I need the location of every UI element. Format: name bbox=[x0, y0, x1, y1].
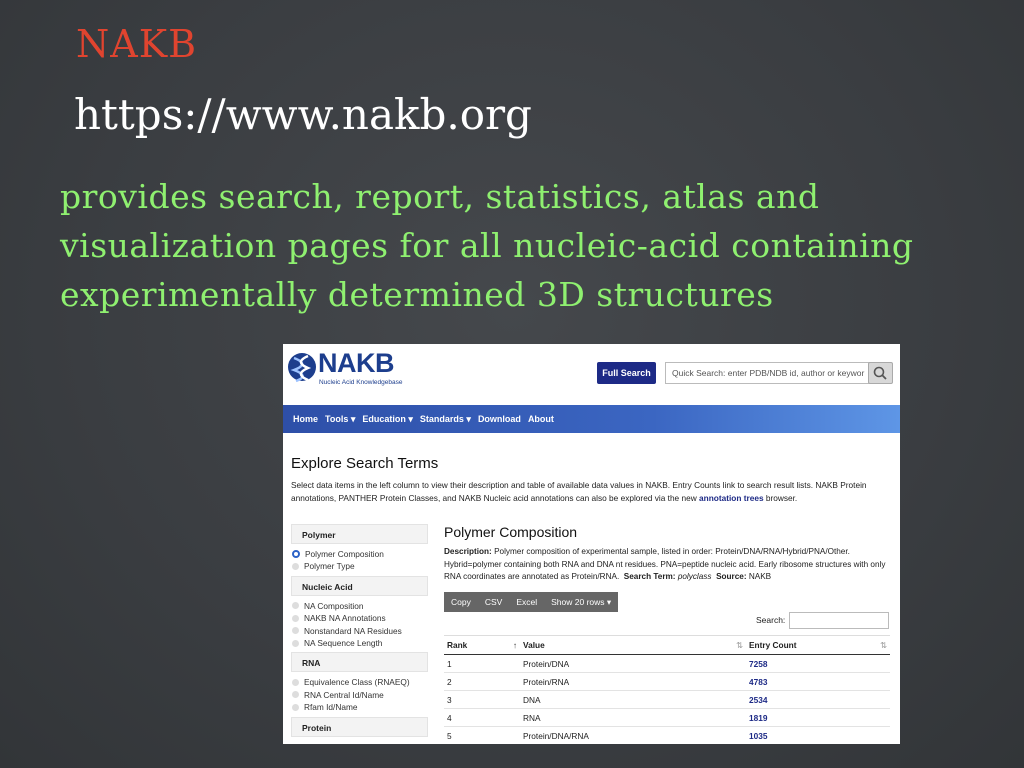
sidebar-item-polymer-type[interactable]: Polymer Type bbox=[291, 560, 428, 572]
cell-rank: 1 bbox=[444, 654, 520, 673]
column-header-entry-count[interactable]: Entry Count ⇅ bbox=[746, 635, 890, 655]
sidebar-heading-protein: Protein bbox=[291, 716, 428, 737]
page-title: Explore Search Terms bbox=[291, 455, 439, 472]
table-row: 5 Protein/DNA/RNA 1035 bbox=[444, 726, 890, 744]
cell-value: Protein/RNA bbox=[520, 672, 746, 691]
slide-url: https://www.nakb.org bbox=[74, 90, 532, 139]
logo-subtitle: Nucleic Acid Knowledgebase bbox=[319, 379, 403, 386]
nav-tools[interactable]: Tools ▾ bbox=[325, 414, 355, 425]
search-term-label: Search Term: bbox=[623, 572, 676, 582]
column-value-label: Value bbox=[523, 640, 545, 650]
sidebar-item-label: RNA Central Id/Name bbox=[304, 689, 384, 700]
main-nav: Home Tools ▾ Education ▾ Standards ▾ Dow… bbox=[283, 405, 900, 433]
slide-description: provides search, report, statistics, atl… bbox=[60, 177, 914, 314]
logo-text[interactable]: NAKB bbox=[318, 348, 395, 379]
csv-button[interactable]: CSV bbox=[478, 592, 509, 612]
sidebar-item-nonstandard-na-residues[interactable]: Nonstandard NA Residues bbox=[291, 625, 428, 637]
column-header-rank[interactable]: Rank ↑ bbox=[444, 635, 520, 655]
table-row: 4 RNA 1819 bbox=[444, 708, 890, 727]
sort-asc-icon: ↑ bbox=[512, 640, 517, 650]
cell-rank: 5 bbox=[444, 726, 520, 744]
sidebar: Polymer Polymer Composition Polymer Type… bbox=[291, 524, 428, 744]
table-search-input[interactable] bbox=[789, 612, 889, 629]
table-row: 3 DNA 2534 bbox=[444, 690, 890, 709]
sidebar-heading-nucleic-acid: Nucleic Acid bbox=[291, 575, 428, 596]
cell-rank: 4 bbox=[444, 708, 520, 727]
nav-download[interactable]: Download bbox=[478, 414, 521, 424]
nakb-screenshot: NAKB Nucleic Acid Knowledgebase Full Sea… bbox=[283, 344, 900, 744]
cell-entry-count-link[interactable]: 7258 bbox=[746, 654, 890, 673]
radio-icon[interactable] bbox=[292, 703, 299, 711]
radio-icon[interactable] bbox=[292, 563, 299, 571]
quick-search-input[interactable]: Quick Search: enter PDB/NDB id, author o… bbox=[665, 362, 871, 384]
nav-standards[interactable]: Standards ▾ bbox=[420, 414, 471, 425]
nav-education[interactable]: Education ▾ bbox=[362, 414, 413, 425]
annotation-trees-link[interactable]: annotation trees bbox=[699, 493, 764, 503]
radio-icon[interactable] bbox=[292, 627, 299, 635]
copy-button[interactable]: Copy bbox=[444, 592, 478, 612]
cell-value: RNA bbox=[520, 708, 746, 727]
sidebar-item-label: Equivalence Class (RNAEQ) bbox=[304, 677, 410, 688]
source-label: Source: bbox=[716, 572, 747, 582]
sidebar-item-na-composition[interactable]: NA Composition bbox=[291, 600, 428, 612]
slide-title: NAKB bbox=[76, 22, 198, 66]
column-header-value[interactable]: Value ⇅ bbox=[520, 635, 746, 655]
sort-icon: ⇅ bbox=[880, 640, 887, 650]
show-rows-dropdown[interactable]: Show 20 rows ▾ bbox=[544, 592, 618, 612]
cell-rank: 2 bbox=[444, 672, 520, 691]
sidebar-item-label: Polymer Composition bbox=[305, 549, 384, 559]
results-table: Rank ↑ Value ⇅ Entry Count ⇅ 1 Protein/DNA … bbox=[444, 635, 890, 744]
source-value: NAKB bbox=[748, 572, 772, 582]
sidebar-item-label: NAKB NA Annotations bbox=[304, 613, 386, 624]
cell-value: Protein/DNA/RNA bbox=[520, 726, 746, 744]
sidebar-item-nakb-na-annotations[interactable]: NAKB NA Annotations bbox=[291, 612, 428, 624]
sidebar-item-rfam[interactable]: Rfam Id/Name bbox=[291, 701, 428, 713]
sidebar-heading-rna: RNA bbox=[291, 652, 428, 673]
nav-home[interactable]: Home bbox=[293, 414, 318, 424]
radio-icon[interactable] bbox=[292, 679, 299, 687]
radio-selected-icon[interactable] bbox=[292, 550, 300, 559]
page-intro: Select data items in the left column to … bbox=[291, 479, 891, 504]
section-description: Description: Polymer composition of expe… bbox=[444, 546, 890, 584]
search-button[interactable] bbox=[868, 362, 893, 384]
column-rank-label: Rank bbox=[447, 640, 468, 650]
sidebar-item-label: Polymer Type bbox=[304, 561, 355, 572]
cell-value: Protein/DNA bbox=[520, 654, 746, 673]
export-toolbar: Copy CSV Excel Show 20 rows ▾ bbox=[444, 592, 619, 612]
cell-entry-count-link[interactable]: 2534 bbox=[746, 690, 890, 709]
sidebar-item-label: Rfam Id/Name bbox=[304, 702, 358, 713]
column-count-label: Entry Count bbox=[749, 640, 797, 650]
sort-icon: ⇅ bbox=[736, 640, 743, 650]
description-label: Description: bbox=[444, 547, 492, 556]
radio-icon[interactable] bbox=[292, 614, 299, 622]
sidebar-item-equivalence-class[interactable]: Equivalence Class (RNAEQ) bbox=[291, 676, 428, 688]
radio-icon[interactable] bbox=[292, 639, 299, 647]
table-row: 1 Protein/DNA 7258 bbox=[444, 654, 890, 673]
section-title: Polymer Composition bbox=[444, 524, 578, 540]
cell-value: DNA bbox=[520, 690, 746, 709]
sidebar-item-polymer-composition[interactable]: Polymer Composition bbox=[291, 548, 428, 560]
search-term-value: polyclass bbox=[677, 572, 712, 582]
cell-entry-count-link[interactable]: 1819 bbox=[746, 708, 890, 727]
site-header: NAKB Nucleic Acid Knowledgebase Full Sea… bbox=[283, 344, 900, 404]
sidebar-item-label: NA Composition bbox=[304, 600, 364, 611]
full-search-button[interactable]: Full Search bbox=[597, 362, 656, 384]
table-row: 2 Protein/RNA 4783 bbox=[444, 672, 890, 691]
nav-about[interactable]: About bbox=[528, 414, 554, 424]
sidebar-heading-polymer: Polymer bbox=[291, 524, 428, 544]
sidebar-item-label: Nonstandard NA Residues bbox=[304, 625, 402, 636]
cell-entry-count-link[interactable]: 1035 bbox=[746, 726, 890, 744]
sidebar-item-rna-central[interactable]: RNA Central Id/Name bbox=[291, 689, 428, 701]
sidebar-item-label: NA Sequence Length bbox=[304, 637, 383, 648]
radio-icon[interactable] bbox=[292, 602, 299, 610]
cell-entry-count-link[interactable]: 4783 bbox=[746, 672, 890, 691]
dna-logo-icon bbox=[288, 353, 316, 383]
search-icon bbox=[873, 366, 887, 380]
excel-button[interactable]: Excel bbox=[509, 592, 544, 612]
sidebar-item-na-sequence-length[interactable]: NA Sequence Length bbox=[291, 637, 428, 649]
intro-suffix: browser. bbox=[765, 492, 798, 503]
cell-rank: 3 bbox=[444, 690, 520, 709]
radio-icon[interactable] bbox=[292, 691, 299, 699]
table-search-label: Search: bbox=[756, 615, 786, 625]
